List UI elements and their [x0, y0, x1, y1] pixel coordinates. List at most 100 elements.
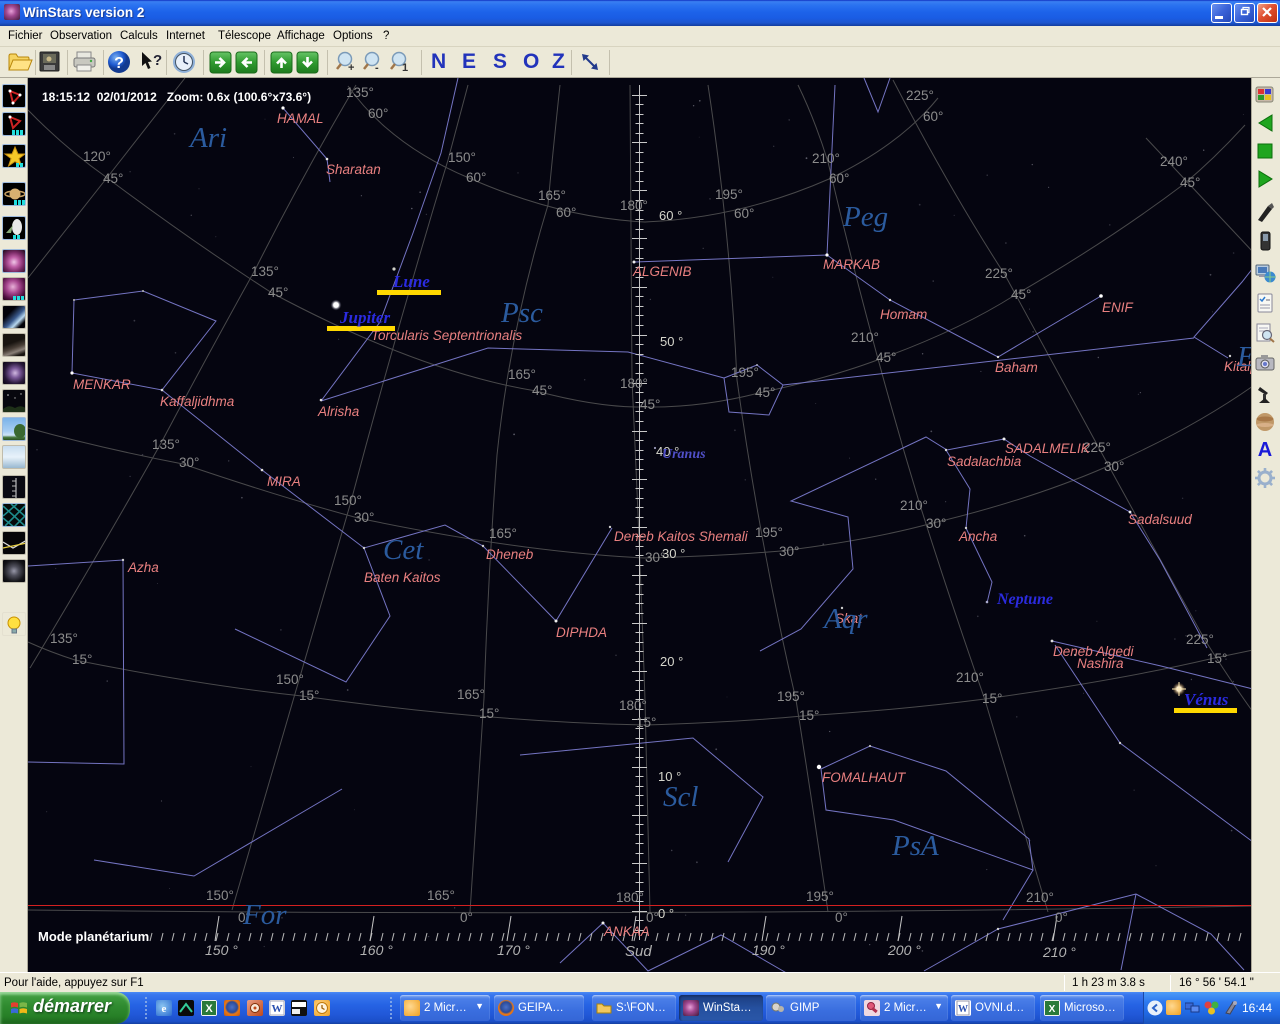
svg-text:Psc: Psc: [500, 297, 543, 329]
svg-text:60°: 60°: [923, 109, 943, 124]
svg-text:60 °: 60 °: [659, 208, 682, 223]
svg-text:15°: 15°: [479, 706, 499, 721]
svg-text:Uranus: Uranus: [662, 447, 706, 462]
svg-text:225°: 225°: [1186, 632, 1214, 647]
svg-text:45°: 45°: [755, 385, 775, 400]
svg-text:60°: 60°: [556, 205, 576, 220]
svg-text:HAMAL: HAMAL: [277, 111, 324, 126]
svg-text:50 °: 50 °: [660, 334, 683, 349]
svg-text:15°: 15°: [72, 652, 92, 667]
svg-text:e: e: [162, 1003, 167, 1015]
svg-text:45°: 45°: [1011, 287, 1031, 302]
svg-text:15°: 15°: [636, 715, 656, 730]
svg-text:Ancha: Ancha: [958, 529, 998, 544]
svg-text:Azha: Azha: [127, 560, 159, 575]
svg-text:165°: 165°: [508, 367, 536, 382]
svg-text:0°: 0°: [460, 910, 473, 925]
svg-text:Baham: Baham: [995, 360, 1038, 375]
svg-text:195°: 195°: [777, 689, 805, 704]
svg-text:225°: 225°: [985, 266, 1013, 281]
svg-text:0 °: 0 °: [658, 906, 674, 921]
svg-text:Peg: Peg: [842, 201, 888, 233]
svg-text:150 °: 150 °: [205, 942, 238, 958]
svg-text:135°: 135°: [251, 264, 279, 279]
svg-text:X: X: [1049, 1004, 1056, 1015]
svg-text:150°: 150°: [276, 672, 304, 687]
svg-text:45°: 45°: [532, 383, 552, 398]
svg-text:30 °: 30 °: [662, 546, 685, 561]
svg-text:Homam: Homam: [880, 307, 927, 322]
svg-text:45°: 45°: [1180, 175, 1200, 190]
svg-text:20 °: 20 °: [660, 654, 683, 669]
svg-text:210°: 210°: [812, 151, 840, 166]
svg-text:165°: 165°: [538, 188, 566, 203]
svg-text:30°: 30°: [179, 455, 199, 470]
svg-text:210°: 210°: [1026, 890, 1054, 905]
svg-text:Lune: Lune: [392, 272, 430, 291]
svg-text:225°: 225°: [906, 88, 934, 103]
svg-text:45°: 45°: [268, 285, 288, 300]
svg-text:18:15:12 02/01/2012 Zoom: 0: 18:15:12 02/01/2012 Zoom: 0.6x (100.6°x7…: [42, 90, 311, 104]
svg-text:165°: 165°: [489, 526, 517, 541]
svg-text:180°: 180°: [620, 198, 648, 213]
svg-text:240°: 240°: [1160, 154, 1188, 169]
svg-text:60°: 60°: [734, 206, 754, 221]
svg-text:30°: 30°: [779, 544, 799, 559]
svg-text:Nashira: Nashira: [1077, 656, 1124, 671]
svg-text:195°: 195°: [755, 525, 783, 540]
svg-text:170 °: 170 °: [497, 942, 530, 958]
svg-text:Cet: Cet: [383, 534, 424, 566]
svg-text:165°: 165°: [457, 687, 485, 702]
svg-text:1: 1: [402, 62, 408, 74]
svg-text:X: X: [205, 1003, 213, 1015]
svg-text:Neptune: Neptune: [996, 591, 1053, 608]
svg-text:0°: 0°: [835, 910, 848, 925]
svg-text:Alrisha: Alrisha: [317, 404, 360, 419]
svg-text:FOMALHAUT: FOMALHAUT: [822, 770, 907, 785]
svg-text:60°: 60°: [368, 106, 388, 121]
svg-text:+: +: [348, 62, 354, 74]
svg-text:45°: 45°: [640, 397, 660, 412]
svg-text:210°: 210°: [900, 498, 928, 513]
svg-text:-: -: [375, 62, 379, 74]
svg-text:Aqr: Aqr: [822, 603, 868, 635]
svg-text:30°: 30°: [926, 516, 946, 531]
svg-text:30°: 30°: [1104, 459, 1124, 474]
svg-text:Scl: Scl: [663, 781, 698, 813]
svg-text:ENIF: ENIF: [1102, 300, 1134, 315]
svg-text:190 °: 190 °: [752, 942, 785, 958]
svg-text:45°: 45°: [103, 171, 123, 186]
svg-text:15°: 15°: [982, 691, 1002, 706]
svg-text:0°: 0°: [1055, 910, 1068, 925]
svg-text:PsA: PsA: [891, 830, 939, 862]
svg-text:15°: 15°: [1207, 651, 1227, 666]
svg-text:135°: 135°: [50, 631, 78, 646]
svg-text:Vénus: Vénus: [1184, 690, 1229, 709]
svg-text:Dheneb: Dheneb: [486, 547, 534, 562]
svg-text:180°: 180°: [616, 890, 644, 905]
svg-text:Deneb Kaitos Shemali: Deneb Kaitos Shemali: [614, 529, 749, 544]
svg-text:150°: 150°: [206, 888, 234, 903]
svg-text:MARKAB: MARKAB: [823, 257, 880, 272]
svg-text:For: For: [242, 899, 287, 931]
svg-text:Jupiter: Jupiter: [339, 308, 390, 327]
svg-text:195°: 195°: [731, 365, 759, 380]
svg-text:60°: 60°: [466, 170, 486, 185]
svg-text:60°: 60°: [829, 171, 849, 186]
svg-text:Sharatan: Sharatan: [326, 162, 381, 177]
svg-text:135°: 135°: [152, 437, 180, 452]
svg-text:180°: 180°: [619, 698, 647, 713]
svg-text:Sud: Sud: [625, 943, 652, 960]
svg-text:ALGENIB: ALGENIB: [632, 264, 692, 279]
svg-text:150°: 150°: [334, 493, 362, 508]
svg-text:ANKAA: ANKAA: [603, 924, 650, 939]
svg-text:W: W: [272, 1003, 283, 1015]
svg-text:15°: 15°: [799, 708, 819, 723]
svg-text:?: ?: [114, 55, 124, 72]
svg-text:MIRA: MIRA: [267, 474, 301, 489]
svg-text:MENKAR: MENKAR: [73, 377, 131, 392]
svg-text:135°: 135°: [346, 85, 374, 100]
svg-text:DIPHDA: DIPHDA: [556, 625, 607, 640]
svg-text:Baten Kaitos: Baten Kaitos: [364, 570, 441, 585]
svg-text:195°: 195°: [806, 889, 834, 904]
